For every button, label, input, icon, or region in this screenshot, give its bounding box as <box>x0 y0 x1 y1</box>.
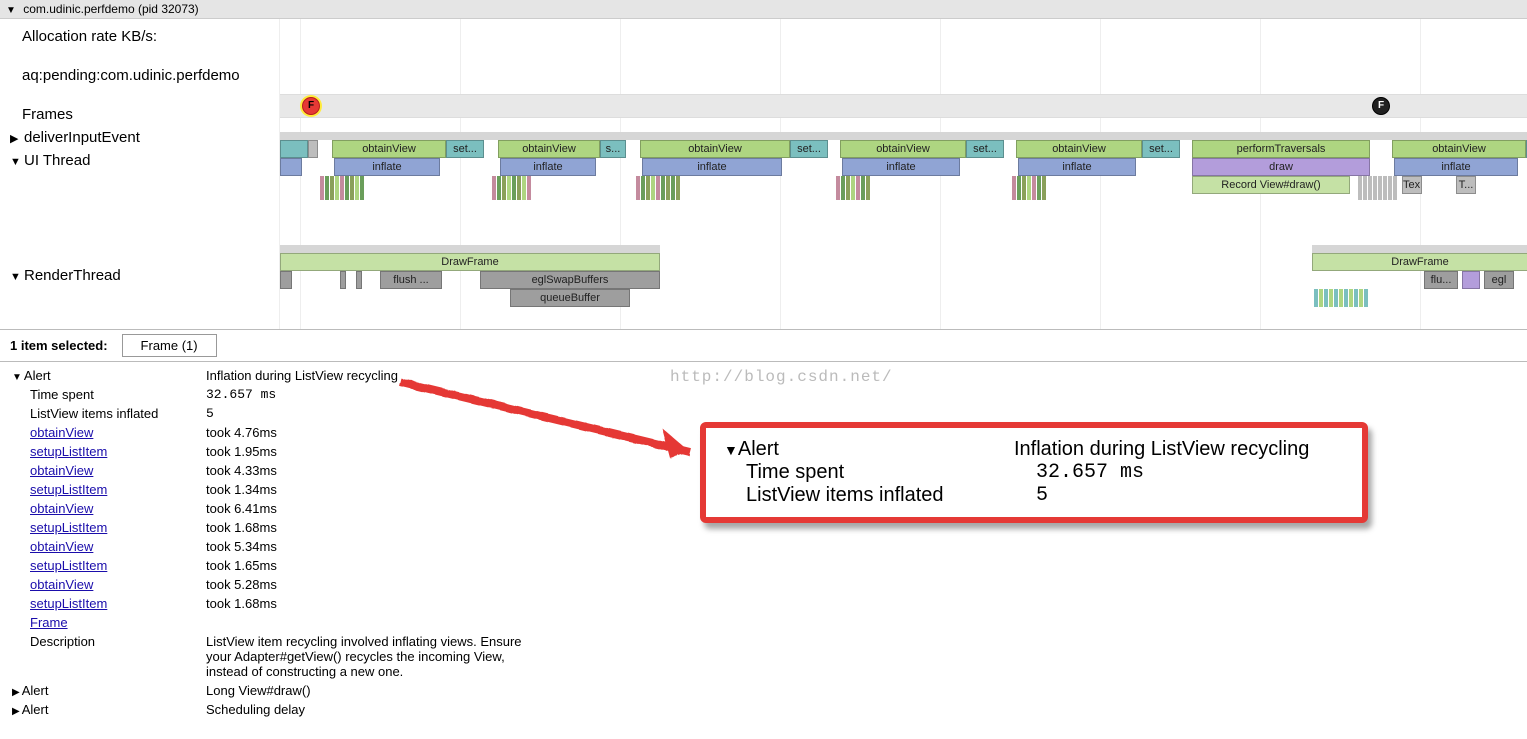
timeline-canvas[interactable]: F F obtainView set... obtainView s... ob… <box>280 19 1527 329</box>
perform-traversals-block[interactable]: performTraversals <box>1192 140 1370 158</box>
items-inflated-row: ListView items inflated 5 <box>0 404 554 423</box>
record-draw-block[interactable]: Record View#draw() <box>1192 176 1350 194</box>
inflate-block[interactable]: inflate <box>500 158 596 176</box>
link-row[interactable]: setupListItemtook 1.68ms <box>0 518 554 537</box>
annotation-callout: ▼AlertInflation during ListView recyclin… <box>700 422 1368 523</box>
detail-panel: http://blog.csdn.net/ ▼Alert Inflation d… <box>0 362 1527 739</box>
time-spent-row: Time spent 32.657 ms <box>0 385 554 404</box>
set-block[interactable]: set... <box>966 140 1004 158</box>
obtainview-block[interactable]: obtainView <box>1016 140 1142 158</box>
trace-block[interactable] <box>280 271 292 289</box>
frame-marker-bad[interactable]: F <box>302 97 320 115</box>
frames-label: Frames <box>10 103 269 126</box>
eglswap-block[interactable]: eglSwapBuffers <box>480 271 660 289</box>
link-row[interactable]: setupListItemtook 1.95ms <box>0 442 554 461</box>
trace-layout: Allocation rate KB/s: aq:pending:com.udi… <box>0 19 1527 330</box>
alert-collapsed-row[interactable]: ▶Alert Scheduling delay <box>0 700 554 719</box>
thread-slice[interactable] <box>280 245 660 253</box>
process-label: com.udinic.perfdemo (pid 32073) <box>23 2 198 16</box>
inflate-block[interactable]: inflate <box>1018 158 1136 176</box>
trace-bars[interactable] <box>492 176 532 200</box>
detail-table: ▼Alert Inflation during ListView recycli… <box>0 366 554 719</box>
tri-down-icon: ▼ <box>10 156 20 168</box>
tri-right-icon: ▶ <box>12 706 20 717</box>
obtainview-block[interactable]: obtainView <box>1392 140 1526 158</box>
trace-block[interactable] <box>280 158 302 176</box>
obtainview-block[interactable]: obtainView <box>332 140 446 158</box>
trace-sidebar: Allocation rate KB/s: aq:pending:com.udi… <box>0 19 280 329</box>
inflate-block[interactable]: inflate <box>842 158 960 176</box>
thread-slice[interactable] <box>1392 132 1527 140</box>
link-row[interactable]: obtainViewtook 6.41ms <box>0 499 554 518</box>
flush-block[interactable]: flush ... <box>380 271 442 289</box>
tri-right-icon: ▶ <box>10 132 20 145</box>
flu-block[interactable]: flu... <box>1424 271 1458 289</box>
trace-bars[interactable] <box>836 176 871 200</box>
frames-row: F F <box>280 94 1527 118</box>
t-block[interactable]: T... <box>1456 176 1476 194</box>
tex-block[interactable]: Tex... <box>1402 176 1422 194</box>
ui-thread-row[interactable]: ▼UI Thread <box>10 149 269 172</box>
egl-block[interactable]: egl <box>1484 271 1514 289</box>
trace-block[interactable] <box>356 271 362 289</box>
set-block[interactable]: set... <box>790 140 828 158</box>
trace-block[interactable] <box>308 140 318 158</box>
watermark: http://blog.csdn.net/ <box>670 368 893 386</box>
set-block[interactable]: set... <box>1142 140 1180 158</box>
draw-block[interactable]: draw <box>1192 158 1370 176</box>
trace-block[interactable] <box>1462 271 1480 289</box>
trace-block[interactable] <box>280 140 308 158</box>
obtainview-block[interactable]: obtainView <box>840 140 966 158</box>
set-block[interactable]: set... <box>446 140 484 158</box>
link-row[interactable]: setupListItemtook 1.68ms <box>0 594 554 613</box>
inflate-block[interactable]: inflate <box>1394 158 1518 176</box>
selection-tab[interactable]: Frame (1) <box>122 334 217 357</box>
drawframe-block[interactable]: DrawFrame <box>1312 253 1527 271</box>
selection-header: 1 item selected: Frame (1) <box>0 330 1527 362</box>
link-row[interactable]: obtainViewtook 4.33ms <box>0 461 554 480</box>
render-thread-row[interactable]: ▼RenderThread <box>10 264 269 287</box>
frame-marker[interactable]: F <box>1372 97 1390 115</box>
trace-bars[interactable] <box>1314 289 1369 307</box>
trace-block[interactable] <box>340 271 346 289</box>
description-row: Description ListView item recycling invo… <box>0 632 554 681</box>
link-row[interactable]: obtainViewtook 5.34ms <box>0 537 554 556</box>
trace-bars[interactable] <box>636 176 681 200</box>
alert-collapsed-row[interactable]: ▶Alert Long View#draw() <box>0 681 554 700</box>
thread-slice[interactable] <box>1312 245 1527 253</box>
link-row[interactable]: obtainViewtook 4.76ms <box>0 423 554 442</box>
set-block[interactable]: s... <box>600 140 626 158</box>
tri-down-icon: ▼ <box>10 271 20 283</box>
link-row[interactable]: setupListItemtook 1.65ms <box>0 556 554 575</box>
drawframe-block[interactable]: DrawFrame <box>280 253 660 271</box>
process-header[interactable]: ▼ com.udinic.perfdemo (pid 32073) <box>0 0 1527 19</box>
tri-down-icon: ▼ <box>12 372 22 383</box>
link-row[interactable]: setupListItemtook 1.34ms <box>0 480 554 499</box>
obtainview-block[interactable]: obtainView <box>640 140 790 158</box>
inflate-block[interactable]: inflate <box>334 158 440 176</box>
selection-count: 1 item selected: <box>10 338 108 353</box>
alert-row[interactable]: ▼Alert Inflation during ListView recycli… <box>0 366 554 385</box>
aq-pending-label: aq:pending:com.udinic.perfdemo <box>10 64 269 87</box>
collapse-arrow-icon[interactable]: ▼ <box>6 5 16 16</box>
deliver-input-row[interactable]: ▶deliverInputEvent <box>10 126 269 149</box>
thread-slice[interactable] <box>280 132 1527 140</box>
queuebuffer-block[interactable]: queueBuffer <box>510 289 630 307</box>
obtainview-block[interactable]: obtainView <box>498 140 600 158</box>
trace-bars[interactable] <box>1358 176 1398 200</box>
inflate-block[interactable]: inflate <box>642 158 782 176</box>
tri-right-icon: ▶ <box>12 687 20 698</box>
link-row[interactable]: Frame <box>0 613 554 632</box>
trace-bars[interactable] <box>1012 176 1047 200</box>
trace-bars[interactable] <box>320 176 365 200</box>
link-row[interactable]: obtainViewtook 5.28ms <box>0 575 554 594</box>
alloc-rate-label: Allocation rate KB/s: <box>10 25 269 48</box>
